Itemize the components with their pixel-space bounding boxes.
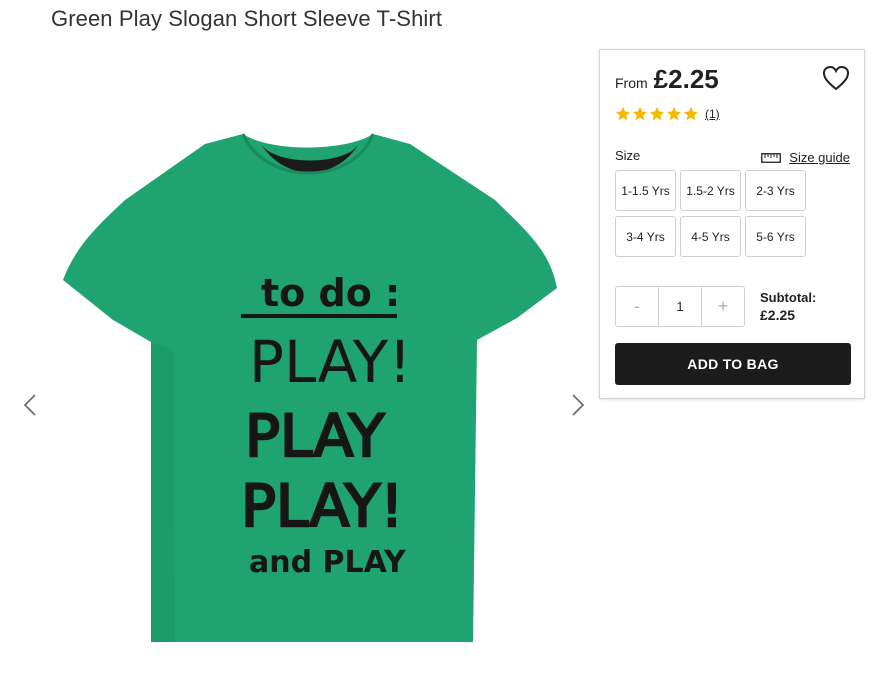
size-option[interactable]: 3-4 Yrs	[615, 216, 676, 257]
chevron-right-icon	[572, 394, 585, 416]
slogan-line-1: to do :	[261, 271, 400, 315]
size-guide-link[interactable]: Size guide	[761, 150, 850, 165]
price: £2.25	[653, 64, 719, 94]
product-gallery: to do : PLAY! PLAY PLAY! and PLAY	[0, 40, 600, 670]
wishlist-heart-icon[interactable]	[822, 65, 850, 91]
size-guide-label: Size guide	[789, 150, 850, 165]
size-option[interactable]: 4-5 Yrs	[680, 216, 741, 257]
subtotal-value: £2.25	[760, 307, 796, 323]
gallery-prev-button[interactable]	[18, 393, 42, 417]
purchase-panel: From £2.25 (1) Size Size guide 1-1.5 Yrs…	[599, 49, 865, 399]
quantity-decrease-button[interactable]: -	[616, 287, 658, 326]
t-shirt-shadow	[151, 342, 175, 642]
product-image: to do : PLAY! PLAY PLAY! and PLAY	[63, 133, 557, 642]
quantity-stepper: - 1 +	[615, 286, 745, 327]
review-count-link[interactable]: (1)	[705, 107, 720, 121]
rating: (1)	[615, 106, 720, 122]
add-to-bag-button[interactable]: ADD TO BAG	[615, 343, 851, 385]
subtotal-label: Subtotal:	[760, 290, 817, 305]
star-icon	[684, 107, 698, 121]
slogan-line-5: and PLAY	[249, 545, 407, 580]
quantity-input[interactable]: 1	[658, 287, 702, 326]
from-label: From	[615, 75, 648, 91]
quantity-increase-button[interactable]: +	[702, 287, 744, 326]
star-icon	[633, 107, 647, 121]
star-rating	[615, 106, 699, 122]
size-option[interactable]: 1.5-2 Yrs	[680, 170, 741, 211]
slogan-line-4: PLAY!	[241, 472, 403, 540]
ruler-icon	[761, 152, 782, 163]
size-option[interactable]: 5-6 Yrs	[745, 216, 806, 257]
subtotal: Subtotal: £2.25	[760, 290, 816, 323]
slogan-line-2: PLAY!	[249, 328, 411, 396]
chevron-left-icon	[23, 394, 36, 416]
star-icon	[667, 107, 681, 121]
size-label: Size	[615, 148, 641, 163]
star-icon	[616, 107, 630, 121]
size-options: 1-1.5 Yrs 1.5-2 Yrs 2-3 Yrs 3-4 Yrs 4-5 …	[615, 170, 806, 257]
slogan-line-3: PLAY	[245, 402, 385, 470]
price-row: From £2.25	[615, 64, 719, 95]
star-icon	[650, 107, 664, 121]
gallery-next-button[interactable]	[566, 393, 590, 417]
size-option[interactable]: 2-3 Yrs	[745, 170, 806, 211]
size-option[interactable]: 1-1.5 Yrs	[615, 170, 676, 211]
product-title: Green Play Slogan Short Sleeve T-Shirt	[51, 6, 443, 31]
